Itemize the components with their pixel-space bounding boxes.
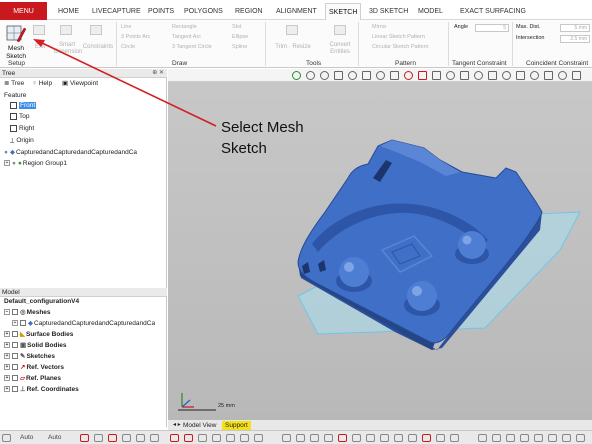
status-tool-icon[interactable] xyxy=(282,434,291,442)
status-tool-icon[interactable] xyxy=(408,434,417,442)
status-tool-icon[interactable] xyxy=(366,434,375,442)
status-tool-icon[interactable] xyxy=(240,434,249,442)
status-tool-icon[interactable] xyxy=(506,434,515,442)
annotation-arrow xyxy=(33,39,217,127)
status-tool-icon[interactable] xyxy=(436,434,445,442)
status-tool-icon[interactable] xyxy=(212,434,221,442)
status-tool-icon[interactable] xyxy=(478,434,487,442)
status-bar: Auto Auto xyxy=(0,430,592,444)
status-tool-icon[interactable] xyxy=(422,434,431,442)
status-tool-icon[interactable] xyxy=(150,434,159,442)
status-tool-icon[interactable] xyxy=(136,434,145,442)
status-tool-icon[interactable] xyxy=(492,434,501,442)
status-tool-icon[interactable] xyxy=(338,434,347,442)
status-tool-icon[interactable] xyxy=(352,434,361,442)
status-tool-icon[interactable] xyxy=(576,434,585,442)
status-tool-icon[interactable] xyxy=(394,434,403,442)
status-tool-icon[interactable] xyxy=(122,434,131,442)
status-tool-icon[interactable] xyxy=(548,434,557,442)
status-tool-icon[interactable] xyxy=(534,434,543,442)
status-tool-icon[interactable] xyxy=(310,434,319,442)
tab-model-view[interactable]: Model View xyxy=(180,421,219,430)
tab-support[interactable]: Support xyxy=(222,421,251,430)
status-tool-icon[interactable] xyxy=(562,434,571,442)
status-tool-icon[interactable] xyxy=(254,434,263,442)
status-tool-icon[interactable] xyxy=(324,434,333,442)
annotation-callout: Select Mesh Sketch xyxy=(221,119,304,157)
status-tool-icon[interactable] xyxy=(450,434,459,442)
viewport-bottom-tabs: ◂ ▸ Model View Support xyxy=(168,420,592,430)
status-tool-icon[interactable] xyxy=(184,434,193,442)
status-tool-icon[interactable] xyxy=(520,434,529,442)
viewport-scene xyxy=(33,39,581,411)
lock-icon[interactable] xyxy=(2,434,11,442)
auto-select-1[interactable]: Auto xyxy=(20,433,33,442)
status-tool-icon[interactable] xyxy=(94,434,103,442)
select-icon[interactable] xyxy=(80,434,89,442)
status-tool-icon[interactable] xyxy=(170,434,179,442)
axis-triad-icon xyxy=(181,393,194,408)
scale-label: 25 mm xyxy=(218,403,235,409)
status-tool-icon[interactable] xyxy=(296,434,305,442)
auto-select-2[interactable]: Auto xyxy=(48,433,61,442)
status-tool-icon[interactable] xyxy=(108,434,117,442)
status-tool-icon[interactable] xyxy=(380,434,389,442)
status-tool-icon[interactable] xyxy=(226,434,235,442)
status-tool-icon[interactable] xyxy=(198,434,207,442)
